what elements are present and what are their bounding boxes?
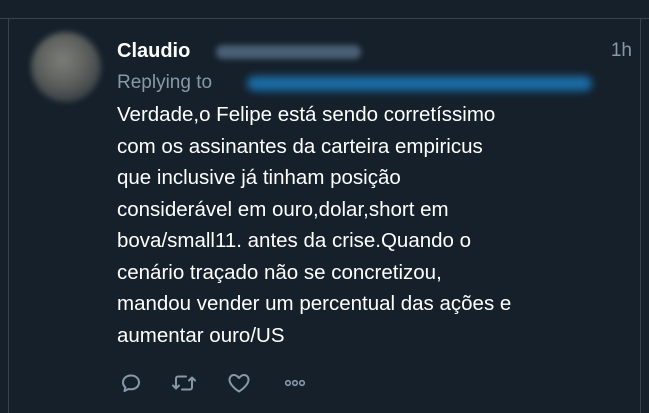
tweet-text-line: Verdade,o Felipe está sendo corretíssimo bbox=[117, 103, 496, 126]
replying-to-label: Replying to bbox=[117, 72, 213, 93]
retweet-button[interactable] bbox=[170, 369, 198, 397]
tweet-card[interactable]: Claudio 1h Replying to Verdade,o Felipe … bbox=[9, 19, 640, 413]
retweet-icon bbox=[172, 375, 196, 391]
author-handle-redacted bbox=[216, 45, 361, 59]
avatar[interactable] bbox=[31, 32, 101, 102]
more-icon bbox=[284, 379, 306, 387]
tweet-text-line: bova/small11. antes da crise.Quando o bbox=[117, 229, 472, 252]
tweet-text-line: que inclusive já tinham posição bbox=[117, 166, 401, 189]
tweet-text-line: cenário traçado não se concretizou, bbox=[117, 260, 442, 284]
more-button[interactable] bbox=[281, 369, 309, 397]
tweet-text-line: mandou vender um percentual das ações e bbox=[117, 292, 512, 315]
tweet-text: Verdade,o Felipe está sendo corretíssimo… bbox=[117, 99, 632, 351]
reply-mentions-redacted[interactable] bbox=[247, 76, 592, 91]
tweet-timestamp[interactable]: 1h bbox=[611, 39, 632, 63]
reply-button[interactable] bbox=[117, 369, 145, 397]
tweet-text-line: com os assinantes da carteira empiricus bbox=[117, 134, 483, 158]
timeline-right-border bbox=[640, 18, 641, 413]
tweet-text-line: considerável em ouro,dolar,short em bbox=[117, 197, 449, 221]
tweet-header: Claudio 1h bbox=[117, 37, 632, 67]
reply-icon bbox=[122, 374, 140, 392]
previous-tweet-edge bbox=[0, 0, 649, 19]
like-button[interactable] bbox=[225, 369, 253, 397]
author-name[interactable]: Claudio bbox=[117, 39, 190, 63]
tweet-screen: Claudio 1h Replying to Verdade,o Felipe … bbox=[0, 0, 649, 413]
tweet-text-line: aumentar ouro/US bbox=[117, 323, 285, 347]
like-icon bbox=[228, 374, 250, 393]
